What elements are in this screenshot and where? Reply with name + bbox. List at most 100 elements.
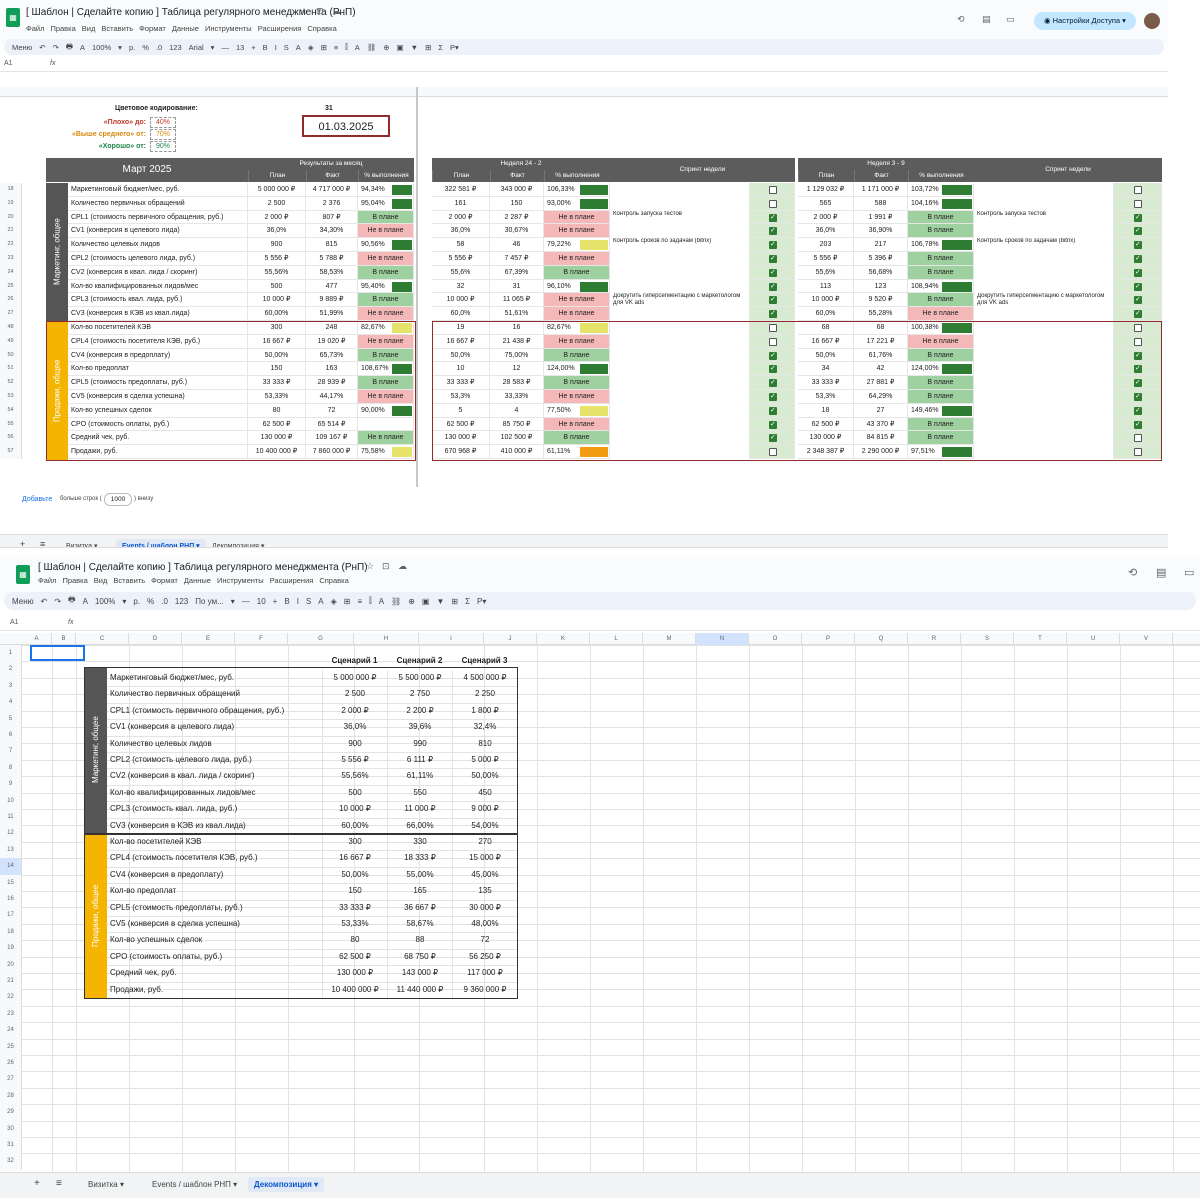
toolbar-button[interactable]: ⊞ [321, 43, 327, 52]
sprint2-task[interactable]: Докрутить гиперсегментацию с маркетолого… [974, 293, 1114, 308]
percent-value[interactable]: В плане [358, 210, 414, 225]
toolbar-button[interactable]: — [242, 597, 250, 606]
week1-checkbox[interactable] [769, 268, 777, 277]
week1-plan[interactable]: 161 [432, 196, 490, 211]
row-number[interactable]: 57 [0, 445, 22, 459]
column-header[interactable]: T [1014, 633, 1067, 645]
toolbar-button[interactable]: ◈ [331, 597, 337, 606]
row-number[interactable]: 2 [0, 661, 22, 678]
sprint2-task[interactable] [974, 252, 1114, 266]
sprint1-task[interactable]: Контроль сроков по задачам (bitrix) [610, 238, 750, 252]
toolbar-button[interactable]: ⊕ [408, 597, 415, 606]
sprint1-task[interactable]: Докрутить гиперсегментацию с маркетолого… [610, 293, 750, 308]
column-header[interactable]: V [1120, 633, 1173, 645]
history-icon[interactable]: ⟲ [957, 15, 965, 25]
toolbar-button[interactable]: ▾ [231, 597, 235, 606]
row-number[interactable]: 22 [0, 238, 22, 252]
row-number[interactable]: 30 [0, 1120, 22, 1137]
sprint2-task[interactable] [974, 224, 1114, 239]
menu-item[interactable]: Справка [319, 576, 348, 585]
add-sheet-icon[interactable]: + [20, 539, 25, 547]
menu-item[interactable]: Вставить [101, 24, 133, 33]
fact-value[interactable]: 815 [306, 238, 358, 252]
sprint1-task[interactable] [610, 224, 750, 239]
week2-checkbox[interactable] [1134, 199, 1142, 208]
plan-value[interactable]: 60,00% [248, 307, 306, 321]
toolbar-button[interactable]: B [263, 43, 268, 52]
toolbar-button[interactable]: ⫿ [345, 42, 347, 52]
week2-plan[interactable]: 565 [798, 196, 854, 211]
sprint2-task[interactable] [974, 279, 1114, 294]
row-number[interactable]: 24 [0, 1022, 22, 1039]
column-header[interactable]: D [129, 633, 182, 645]
toolbar-button[interactable]: ⊞ [344, 597, 351, 606]
column-header[interactable]: J [484, 633, 537, 645]
plan-value[interactable]: 2 000 ₽ [248, 210, 306, 225]
row-number[interactable]: 32 [0, 1153, 22, 1170]
sprint2-task[interactable] [974, 196, 1114, 211]
selected-cell[interactable] [30, 645, 85, 661]
fact-value[interactable]: 5 788 ₽ [306, 252, 358, 266]
fact-value[interactable]: 51,99% [306, 307, 358, 321]
sheet-tab[interactable]: Events / шаблон РНП ▾ [116, 539, 206, 547]
plan-value[interactable]: 55,56% [248, 265, 306, 280]
column-header[interactable]: L [590, 633, 643, 645]
sheet-tab[interactable]: Визитка ▾ [82, 1177, 130, 1192]
sprint1-task[interactable] [610, 183, 750, 197]
row-number[interactable]: 23 [0, 252, 22, 266]
week2-plan[interactable]: 2 000 ₽ [798, 210, 854, 225]
week2-fact[interactable]: 5 396 ₽ [854, 252, 908, 266]
menu-item[interactable]: Расширения [270, 576, 314, 585]
row-number[interactable]: 18 [0, 183, 22, 197]
week2-fact[interactable]: 217 [854, 238, 908, 252]
row-number[interactable]: 26 [0, 293, 22, 308]
toolbar-button[interactable]: Σ [438, 43, 443, 52]
sprint2-task[interactable] [974, 265, 1114, 280]
menu-item[interactable]: Формат [151, 576, 178, 585]
row-number[interactable]: 14 [0, 858, 22, 875]
row-number[interactable]: 27 [0, 307, 22, 321]
week2-plan[interactable]: 60,0% [798, 307, 854, 321]
row-number[interactable]: 21 [0, 224, 22, 239]
row-number[interactable]: 13 [0, 841, 22, 859]
sprint2-task[interactable] [974, 307, 1114, 321]
week2-checkbox[interactable] [1134, 213, 1142, 222]
toolbar-button[interactable]: По ум... [195, 597, 224, 606]
week2-checkbox[interactable] [1134, 186, 1142, 194]
week1-plan[interactable]: 55,6% [432, 265, 490, 280]
menu-item[interactable]: Правка [50, 24, 75, 33]
doc-title[interactable]: [ Шаблон | Сделайте копию ] Таблица регу… [38, 562, 368, 573]
comment-icon[interactable]: ▤ [982, 15, 991, 25]
week1-fact[interactable]: 7 457 ₽ [490, 252, 544, 266]
week1-checkbox[interactable] [769, 186, 777, 194]
week1-fact[interactable]: 343 000 ₽ [490, 183, 544, 197]
row-number[interactable]: 27 [0, 1071, 22, 1088]
fact-value[interactable]: 807 ₽ [306, 210, 358, 225]
toolbar-button[interactable]: % [142, 43, 149, 52]
fact-value[interactable]: 9 889 ₽ [306, 293, 358, 308]
row-number[interactable]: 7 [0, 743, 22, 760]
row-number[interactable]: 51 [0, 362, 22, 377]
column-header[interactable]: N [696, 633, 749, 645]
legend-threshold[interactable]: 90% [150, 141, 176, 152]
toolbar-button[interactable]: A [379, 597, 384, 606]
menu-item[interactable]: Инструменты [205, 24, 252, 33]
toolbar-button[interactable]: P▾ [450, 43, 459, 52]
plan-value[interactable]: 5 000 000 ₽ [248, 183, 306, 197]
row-number[interactable]: 50 [0, 348, 22, 363]
week1-fact[interactable]: 46 [490, 238, 544, 252]
cell-reference[interactable]: A1 [10, 619, 19, 626]
week2-fact[interactable]: 56,68% [854, 265, 908, 280]
menu-item[interactable]: Файл [38, 576, 56, 585]
toolbar-button[interactable]: Arial [189, 43, 204, 52]
row-number[interactable]: 48 [0, 321, 22, 335]
folder-icon[interactable]: ⊡ [316, 7, 324, 17]
fact-value[interactable]: 4 717 000 ₽ [306, 183, 358, 197]
week1-checkbox[interactable] [769, 254, 777, 263]
column-header[interactable]: C [76, 633, 129, 645]
toolbar-button[interactable]: — [221, 43, 229, 52]
percent-value[interactable]: Не в плане [358, 307, 414, 321]
week1-percent[interactable]: Не в плане [544, 293, 610, 308]
row-number[interactable]: 23 [0, 1005, 22, 1023]
sprint1-task[interactable] [610, 196, 750, 211]
